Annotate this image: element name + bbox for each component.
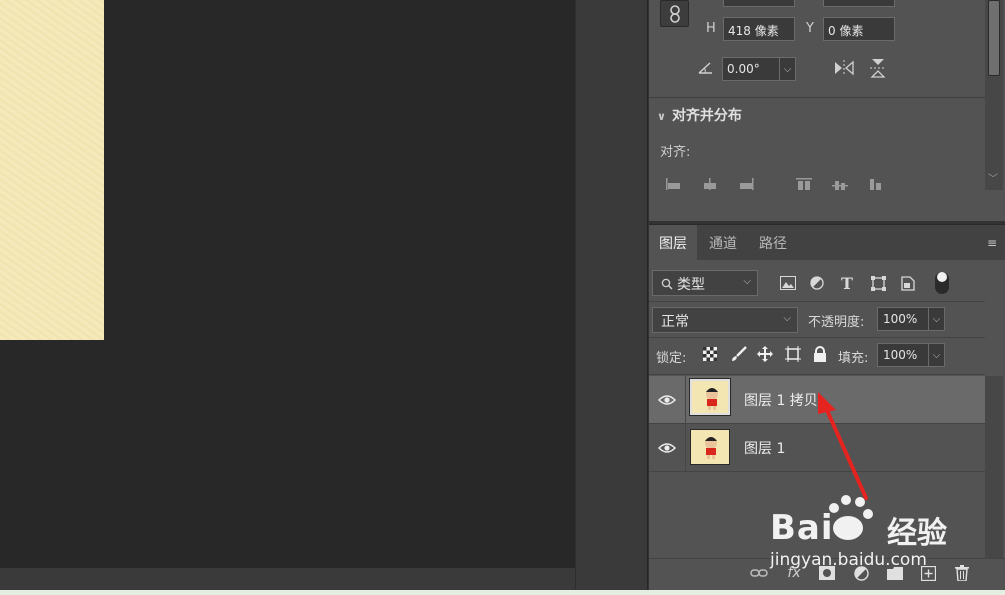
align-horizontal-centers-icon[interactable] xyxy=(702,178,718,190)
w-field-edge[interactable] xyxy=(723,0,795,7)
chevron-down-icon: ⌵ xyxy=(783,313,791,324)
chevron-down-icon: ⌵ xyxy=(743,276,751,287)
canvas-horizontal-scrollbar[interactable] xyxy=(0,568,575,590)
angle-dropdown-chevron-icon[interactable]: ⌵ xyxy=(779,58,795,80)
toggle-knob xyxy=(937,272,947,282)
h-label: H xyxy=(706,21,716,36)
align-right-edges-icon[interactable] xyxy=(738,178,754,190)
watermark-brand: Bai xyxy=(770,508,834,548)
y-label: Y xyxy=(806,21,814,36)
align-left-edges-icon[interactable] xyxy=(666,178,682,190)
filter-type-label: 类型 xyxy=(677,277,705,293)
visibility-eye-icon[interactable] xyxy=(658,394,676,406)
column-divider xyxy=(685,424,686,471)
lock-transparent-pixels-icon[interactable] xyxy=(702,346,718,362)
lock-image-pixels-brush-icon[interactable] xyxy=(731,346,747,362)
collapsed-panel-column xyxy=(597,0,648,590)
lock-label: 锁定: xyxy=(656,351,687,366)
layer-thumbnail[interactable] xyxy=(690,429,730,465)
lock-artboard-icon[interactable] xyxy=(785,346,801,362)
row-divider xyxy=(649,301,985,302)
panel-menu-icon[interactable]: ≡ xyxy=(987,236,997,250)
layers-panel-tabbar: 图层 通道 路径 xyxy=(649,224,1005,261)
filter-smart-object-icon[interactable] xyxy=(899,274,917,292)
flip-vertical-icon[interactable] xyxy=(869,57,887,79)
status-strip xyxy=(0,590,1005,595)
fill-chevron-down-icon[interactable]: ⌵ xyxy=(928,344,944,366)
fill-value: 100% xyxy=(883,348,918,362)
angle-icon xyxy=(698,62,712,74)
opacity-value: 100% xyxy=(883,312,918,326)
document-canvas[interactable] xyxy=(0,0,104,340)
blend-mode-value: 正常 xyxy=(661,314,689,330)
height-field[interactable]: 418 像素 xyxy=(723,17,795,41)
opacity-label: 不透明度: xyxy=(808,315,865,330)
visibility-eye-icon[interactable] xyxy=(658,442,676,454)
layer-filter-dropdown[interactable]: 类型 ⌵ xyxy=(652,270,758,296)
link-dimensions-button[interactable] xyxy=(660,0,689,27)
row-divider xyxy=(649,374,985,375)
layer-thumbnail[interactable] xyxy=(689,378,731,416)
scroll-thumb[interactable] xyxy=(988,0,1000,76)
blend-mode-dropdown[interactable]: 正常 ⌵ xyxy=(652,307,798,333)
lock-all-padlock-icon[interactable] xyxy=(812,346,828,362)
canvas-area[interactable] xyxy=(0,0,575,568)
tab-layers[interactable]: 图层 xyxy=(649,225,697,261)
chain-link-icon xyxy=(669,4,680,23)
align-label: 对齐: xyxy=(660,145,691,160)
watermark-url: jingyan.baidu.com xyxy=(770,550,927,570)
properties-scrollbar[interactable]: ﹀ xyxy=(985,0,1003,190)
fill-label: 填充: xyxy=(838,351,869,366)
tab-paths[interactable]: 路径 xyxy=(749,225,797,261)
filter-shape-layers-icon[interactable] xyxy=(869,274,887,292)
column-divider xyxy=(685,376,686,423)
character-thumbnail-icon xyxy=(706,388,718,410)
canvas-vertical-scrollbar[interactable] xyxy=(575,0,597,590)
opacity-chevron-down-icon[interactable]: ⌵ xyxy=(928,308,944,330)
link-layers-icon[interactable] xyxy=(749,563,769,583)
tab-channels[interactable]: 通道 xyxy=(699,225,747,261)
x-field-edge[interactable] xyxy=(823,0,895,7)
row-divider xyxy=(649,337,985,338)
filter-pixel-layers-icon[interactable] xyxy=(779,274,797,292)
align-section-header[interactable]: ∨ 对齐并分布 xyxy=(657,105,742,125)
chevron-down-icon: ∨ xyxy=(657,110,666,123)
layer-name[interactable]: 图层 1 xyxy=(744,438,785,458)
watermark-brand-cn: 经验 xyxy=(887,516,947,551)
align-top-edges-icon[interactable] xyxy=(796,178,812,190)
scroll-down-icon[interactable]: ﹀ xyxy=(988,170,998,185)
section-divider xyxy=(649,97,985,98)
angle-value: 0.00° xyxy=(727,62,760,76)
y-field[interactable]: 0 像素 xyxy=(823,17,895,41)
character-thumbnail-icon xyxy=(705,437,717,459)
align-vertical-centers-icon[interactable] xyxy=(832,178,848,190)
filter-type-layers-icon[interactable]: T xyxy=(838,274,856,293)
search-icon xyxy=(661,278,673,290)
photoshop-window: ﹀ H 418 像素 Y 0 像素 0.00° ⌵ ∨ 对齐并分布 对齐: 图层… xyxy=(0,0,1005,595)
align-section-title: 对齐并分布 xyxy=(671,108,742,124)
filter-toggle-switch[interactable] xyxy=(935,272,949,294)
flip-horizontal-icon[interactable] xyxy=(833,59,855,77)
lock-position-move-icon[interactable] xyxy=(757,346,773,362)
filter-adjustment-layers-icon[interactable] xyxy=(808,274,826,292)
align-bottom-edges-icon[interactable] xyxy=(868,178,884,190)
